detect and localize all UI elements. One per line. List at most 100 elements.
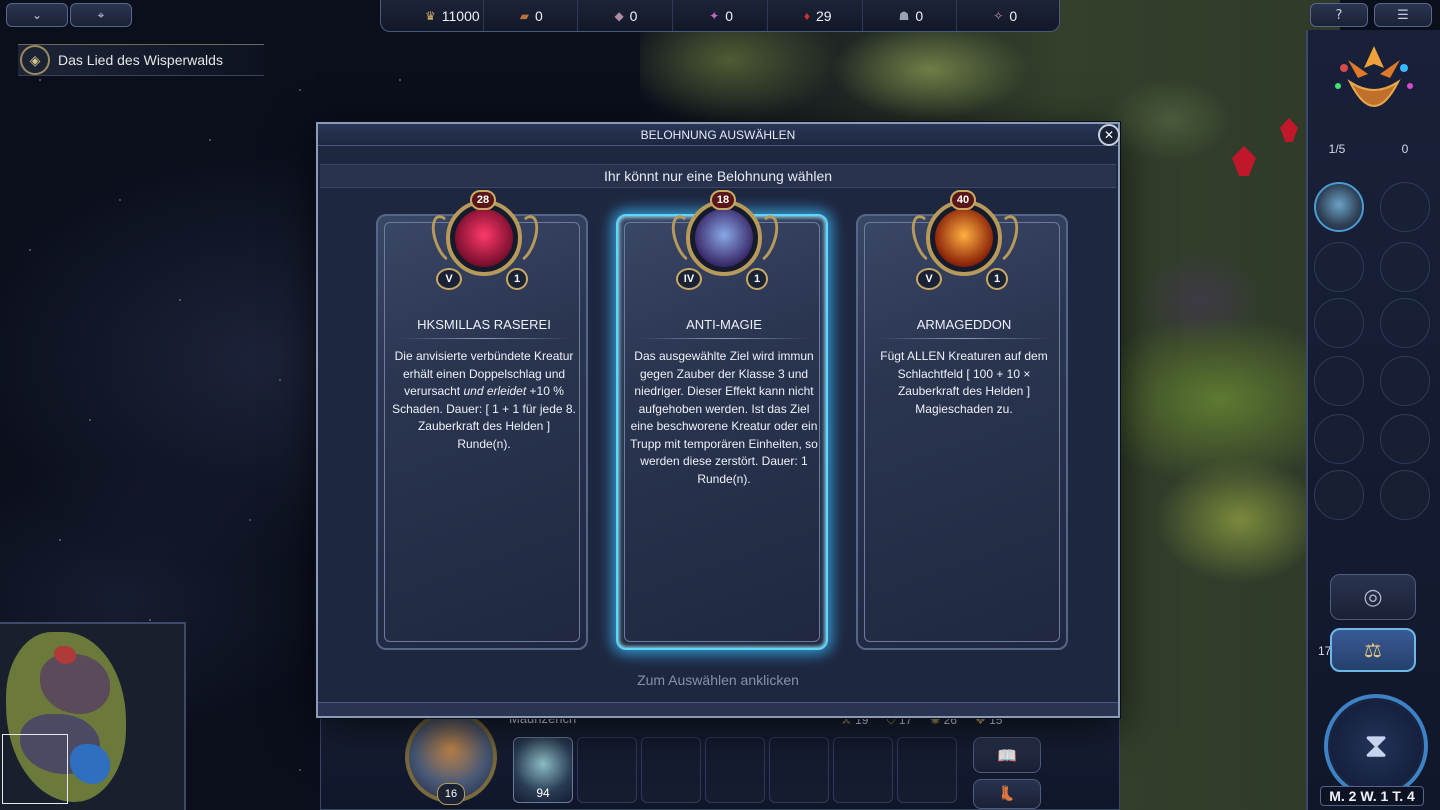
resource-gems[interactable]: ✦ 0 [673,0,768,31]
right-side-panel: 1/5 0 ◎ 17 ⚖ ⧗ M. 2 W. 1 T. 4 [1306,30,1440,810]
town-count: 0 [1401,142,1409,156]
reward-selection-dialog: BELOHNUNG AUSWÄHLEN ✕ Ihr könnt nur eine… [316,122,1120,718]
main-menu-button[interactable]: ☰ [1374,3,1432,27]
map-marker-button[interactable]: ⌖ [70,3,132,27]
resource-value: 0 [629,7,638,24]
spell-name: ARMAGEDDON [916,317,1012,332]
spell-class-badge: IV [676,268,702,290]
spell-name: ANTI-MAGIE [686,317,762,332]
reward-card[interactable]: 28 V 1 HKSMILLAS RASEREI Die anvisierte verb… [376,190,588,650]
town-list-slot[interactable] [1380,470,1430,520]
spellbook-button[interactable]: 📖 [973,737,1041,773]
army-slot-empty[interactable] [641,737,701,803]
spell-medallion: 40 V 1 [906,190,1024,298]
description-text: Das ausgewählte Ziel wird immun gegen Za… [630,349,818,486]
hero-bar: Maunzerich ⚔ 19 ⛉ 17 ✺ 26 ❖ 15 16 94 📖 👢 [320,704,1120,810]
close-icon: ✕ [1103,128,1115,142]
troop-count: 94 [536,786,550,800]
spell-class-badge: V [436,268,462,290]
gems-icon: ✦ [709,8,720,23]
army-slot-empty[interactable] [833,737,893,803]
end-turn-button[interactable]: ⧗ [1324,694,1428,798]
divider [878,338,1050,339]
hero-list-slot[interactable] [1314,414,1364,464]
spell-description: Fügt ALLEN Kreaturen auf dem Schlachtfel… [870,348,1058,418]
town-list-slot[interactable] [1380,298,1430,348]
kingdom-overview-button[interactable]: ⚖ [1330,628,1416,672]
spell-class-badge: V [916,268,942,290]
collapse-button[interactable]: ⌄ [6,3,68,27]
spell-description: Das ausgewählte Ziel wird immun gegen Za… [630,348,818,488]
spell-count-badge: 1 [746,268,768,290]
description-emphasis: und erleidet [463,384,527,398]
army-slot-empty[interactable] [897,737,957,803]
description-text: Fügt ALLEN Kreaturen auf dem Schlachtfel… [880,349,1048,416]
hero-list-slot[interactable] [1314,470,1364,520]
quest-title: Das Lied des Wisperwalds [58,52,223,68]
spell-icon-frame [926,200,1002,276]
hero-list-slot[interactable] [1314,242,1364,292]
resource-bar: ♛ 11000 ▰ 0 ◆ 0 ✦ 0 ♦ 29 ☗ 0 ✧ 0 [380,0,1060,32]
army-slot-empty[interactable] [769,737,829,803]
help-icon: ? [1335,7,1343,23]
resource-value: 0 [725,7,734,24]
hero-list-slot[interactable] [1314,356,1364,406]
divider [638,338,810,339]
hourglass-icon: ⧗ [1364,726,1388,766]
spell-count-badge: 1 [506,268,528,290]
army-slot[interactable]: 94 [513,737,573,803]
spell-level-badge: 18 [710,190,736,210]
chevron-down-icon: ⌄ [31,8,43,22]
scales-icon: ⚖ [1364,638,1382,662]
dialog-bottom-border [318,702,1118,716]
compass-icon: ◈ [20,45,50,75]
minimap-viewport-frame[interactable] [2,734,68,804]
resource-value: 0 [915,7,924,24]
faction-emblem-icon[interactable] [1328,38,1420,130]
resource-value: 0 [1009,7,1018,24]
boot-icon: 👢 [998,786,1016,802]
resource-mercury[interactable]: ☗ 0 [863,0,958,31]
spell-art-icon [455,209,513,267]
eye-icon: ◎ [1363,584,1383,610]
town-list-slot[interactable] [1380,242,1430,292]
view-toggle-button[interactable]: ◎ [1330,574,1416,620]
army-slot-empty[interactable] [705,737,765,803]
mercury-icon: ☗ [898,8,910,23]
spell-count-badge: 1 [986,268,1008,290]
ore-icon: ◆ [614,8,624,23]
movement-button[interactable]: 👢 [973,779,1041,809]
spell-medallion: 18 IV 1 [666,190,784,298]
hero-list-slot[interactable] [1314,182,1364,232]
gold-icon: ♛ [425,8,436,23]
book-icon: 📖 [997,745,1017,765]
resource-crystal[interactable]: ♦ 29 [768,0,863,31]
spell-name: HKSMILLAS RASEREI [417,317,551,332]
help-button[interactable]: ? [1310,3,1368,27]
resource-gold[interactable]: ♛ 11000 [389,0,484,31]
spell-icon-frame [686,200,762,276]
resource-wood[interactable]: ▰ 0 [484,0,579,31]
close-button[interactable]: ✕ [1098,124,1120,146]
reward-card[interactable]: 40 V 1 ARMAGEDDON Fügt ALLEN Kreaturen auf d… [856,190,1068,650]
reward-card[interactable]: 18 IV 1 ANTI-MAGIE Das ausgewählte Ziel wird… [616,190,828,650]
spell-icon-frame [446,200,522,276]
dialog-title: BELOHNUNG AUSWÄHLEN [318,124,1118,146]
army-slot-empty[interactable] [577,737,637,803]
resource-dust[interactable]: ✧ 0 [957,0,1051,31]
town-list-slot[interactable] [1380,356,1430,406]
quest-tracker[interactable]: ◈ Das Lied des Wisperwalds [18,44,264,76]
spell-level-badge: 28 [470,190,496,210]
hero-list-slot[interactable] [1314,298,1364,348]
town-list-slot[interactable] [1380,414,1430,464]
map-pin-icon: ⌖ [97,7,105,22]
minimap[interactable] [0,622,186,810]
resource-value: 11000 [441,7,480,24]
resource-ore[interactable]: ◆ 0 [578,0,674,31]
spell-medallion: 28 V 1 [426,190,544,298]
hero-level: 16 [437,783,465,805]
crystal-resource-icon[interactable] [1280,118,1298,142]
town-list-slot[interactable] [1380,182,1430,232]
crystal-resource-icon[interactable] [1232,146,1256,176]
dialog-subtitle: Ihr könnt nur eine Belohnung wählen [320,164,1116,188]
